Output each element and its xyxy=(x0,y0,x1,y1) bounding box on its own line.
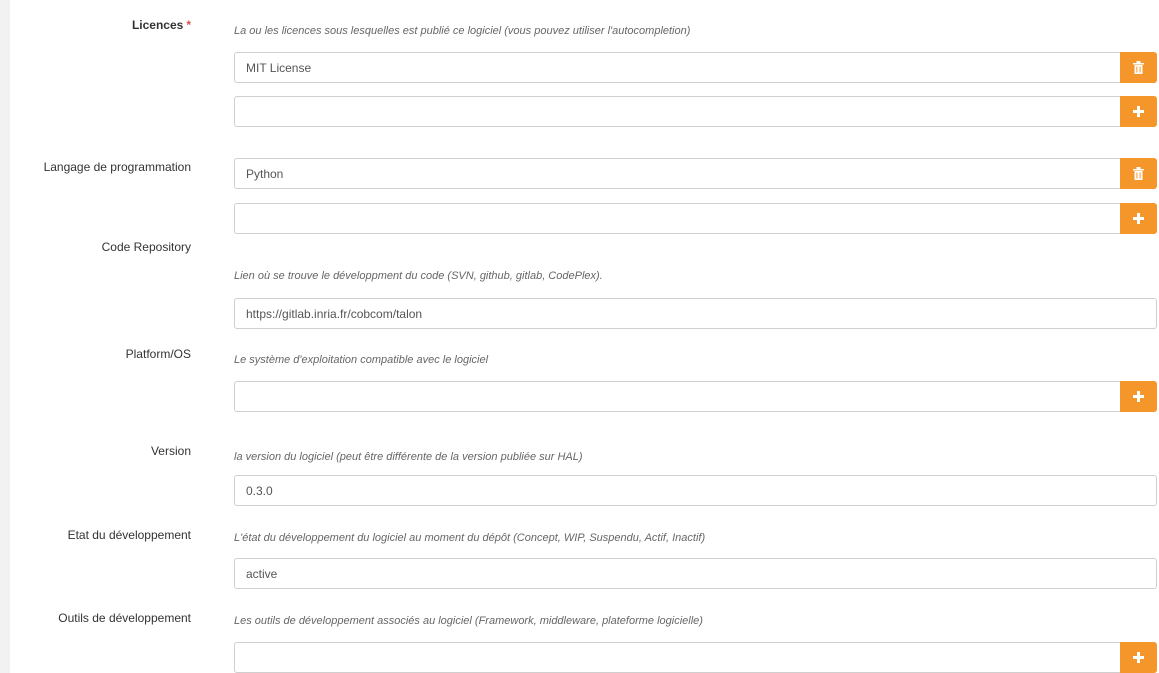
etat-label: Etat du développement xyxy=(67,528,191,542)
plus-icon xyxy=(1133,213,1144,224)
remove-langage-button[interactable] xyxy=(1120,158,1157,189)
licences-label: Licences * xyxy=(131,18,191,32)
langage-input-1[interactable] xyxy=(234,158,1120,189)
platform-help: Le système d'exploitation compatible ave… xyxy=(234,354,489,366)
etat-help: L'état du développement du logiciel au m… xyxy=(234,532,706,544)
etat-input[interactable] xyxy=(234,558,1157,589)
version-help: la version du logiciel (peut être différ… xyxy=(234,451,583,463)
add-licence-button[interactable] xyxy=(1120,96,1157,127)
add-outils-button[interactable] xyxy=(1120,642,1157,673)
outils-input[interactable] xyxy=(234,642,1120,673)
add-platform-button[interactable] xyxy=(1120,381,1157,412)
required-marker: * xyxy=(186,18,191,32)
outils-help: Les outils de développement associés au … xyxy=(234,615,703,627)
code-repository-help: Lien où se trouve le développment du cod… xyxy=(234,270,603,282)
trash-icon xyxy=(1133,167,1144,180)
langage-label: Langage de programmation xyxy=(43,160,191,174)
trash-icon xyxy=(1133,61,1144,74)
outils-label: Outils de développement xyxy=(58,611,191,625)
version-label: Version xyxy=(150,444,191,458)
licence-input-2[interactable] xyxy=(234,96,1120,127)
platform-input[interactable] xyxy=(234,381,1120,412)
add-langage-button[interactable] xyxy=(1120,203,1157,234)
licence-input-1[interactable] xyxy=(234,52,1120,83)
plus-icon xyxy=(1133,106,1144,117)
remove-licence-button[interactable] xyxy=(1120,52,1157,83)
langage-input-2[interactable] xyxy=(234,203,1120,234)
software-form: Licences * La ou les licences sous lesque… xyxy=(10,0,1159,673)
code-repository-input[interactable] xyxy=(234,298,1157,329)
plus-icon xyxy=(1133,391,1144,402)
version-input[interactable] xyxy=(234,475,1157,506)
plus-icon xyxy=(1133,652,1144,663)
code-repository-label: Code Repository xyxy=(101,240,191,254)
platform-label: Platform/OS xyxy=(125,347,191,361)
licences-help: La ou les licences sous lesquelles est p… xyxy=(234,25,691,37)
